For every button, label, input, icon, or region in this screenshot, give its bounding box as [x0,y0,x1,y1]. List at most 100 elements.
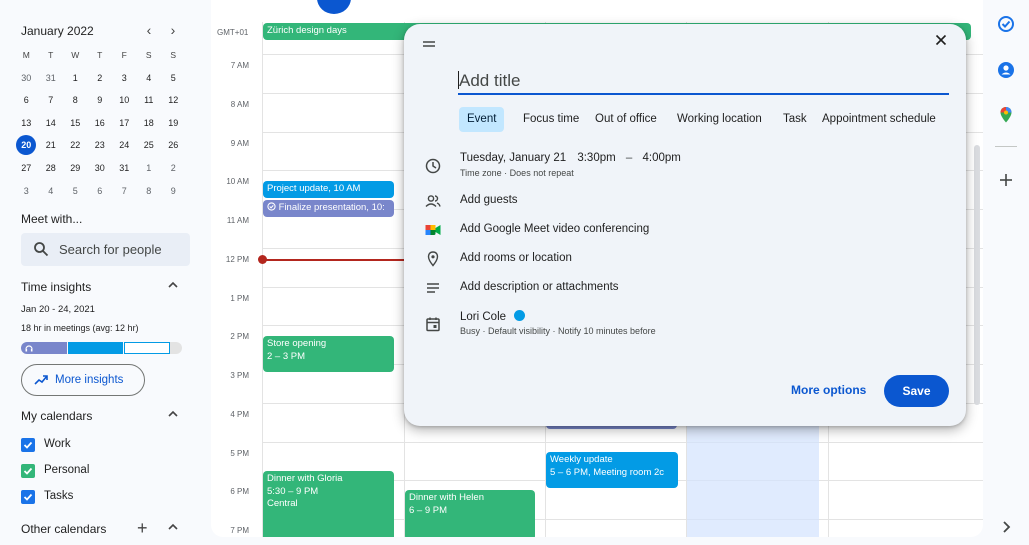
mini-calendar-day[interactable]: 11 [137,90,162,113]
mini-calendar-day[interactable]: 9 [88,90,113,113]
mini-calendar-day[interactable]: 3 [112,68,137,91]
event-project-update[interactable]: Project update, 10 AM [263,181,394,198]
title-placeholder: Add title [459,71,521,90]
event-weekly-update[interactable]: Weekly update 5 – 6 PM, Meeting room 2c [546,452,678,488]
mini-calendar-next-button[interactable]: › [166,22,180,38]
mini-calendar-day[interactable]: 16 [88,113,113,136]
more-insights-button[interactable]: More insights [21,364,145,396]
mini-calendar-day[interactable]: 9 [161,181,186,204]
meet-with-label: Meet with... [21,212,83,226]
mini-calendar-day[interactable]: 15 [63,113,88,136]
more-options-button[interactable]: More options [791,383,866,397]
mini-calendar-day[interactable]: 24 [112,135,137,158]
tab-focus-time[interactable]: Focus time [515,107,587,132]
maps-icon[interactable] [997,106,1015,124]
mini-calendar-prev-button[interactable]: ‹ [142,22,156,38]
contacts-icon[interactable] [997,61,1015,79]
event-dinner-helen[interactable]: Dinner with Helen 6 – 9 PM [405,490,535,537]
mini-calendar-day[interactable]: 1 [63,68,88,91]
mini-calendar-day[interactable]: 17 [112,113,137,136]
add-description-field[interactable]: Add description or attachments [460,281,619,293]
save-button[interactable]: Save [884,375,949,407]
tab-event[interactable]: Event [459,107,505,132]
mini-calendar-day[interactable]: 2 [161,158,186,181]
calendar-color-dot[interactable] [514,310,526,321]
mini-calendar-day[interactable]: 18 [137,113,162,136]
mini-calendar-day[interactable]: 20 [16,135,37,156]
mini-calendar-day[interactable]: 5 [63,181,88,204]
insights-bar-segment-meetings [68,342,123,354]
event-title: Zürich design days [267,25,347,36]
mini-calendar-grid: M T W T F S S 30 31 1 2 3 4 5 6 7 8 9 10 11 12 13 14 15 16 17 18 19… [14,45,186,203]
mini-calendar-day[interactable]: 29 [63,158,88,181]
mini-calendar-day[interactable]: 27 [14,158,39,181]
mini-calendar-day[interactable]: 4 [39,181,64,204]
event-dinner-gloria[interactable]: Dinner with Gloria 5:30 – 9 PM Central [263,471,394,537]
event-finalize-presentation[interactable]: Finalize presentation, 10: [263,200,394,217]
mini-calendar-day[interactable]: 26 [161,135,186,158]
search-people-input[interactable]: Search for people [21,233,190,266]
mini-calendar-day[interactable]: 13 [14,113,39,136]
expand-panel-icon[interactable] [997,518,1015,536]
add-other-calendar-button[interactable]: + [137,518,148,539]
insights-bar-segment-focus [21,342,67,354]
mini-calendar-day[interactable]: 8 [63,90,88,113]
grid-scrollbar[interactable] [974,145,980,405]
mini-calendar-day[interactable]: 10 [112,90,137,113]
mini-calendar-day[interactable]: 31 [39,68,64,91]
event-store-opening[interactable]: Store opening 2 – 3 PM [263,336,394,372]
event-datetime[interactable]: Tuesday, January 21 3:30pm – 4:00pm [460,152,681,164]
timezone-label: GMT+01 [217,28,249,37]
other-calendars-collapse-icon[interactable] [167,522,179,535]
add-guests-field[interactable]: Add guests [460,194,518,206]
drag-handle-icon[interactable] [422,37,436,51]
mini-calendar-day[interactable]: 23 [88,135,113,158]
add-meet-button[interactable]: Add Google Meet video conferencing [460,223,649,235]
mini-calendar-day[interactable]: 7 [39,90,64,113]
mini-calendar-day[interactable]: 21 [39,135,64,158]
mini-calendar-day[interactable]: 30 [14,68,39,91]
timezone-repeat-note[interactable]: Time zone · Does not repeat [460,168,574,178]
mini-calendar-day[interactable]: 30 [88,158,113,181]
close-icon[interactable] [935,34,947,49]
mini-calendar-day[interactable]: 8 [137,181,162,204]
calendar-checkbox-work[interactable] [21,438,35,452]
mini-calendar-day[interactable]: 1 [137,158,162,181]
hour-label: 1 PM [230,293,249,303]
mini-calendar-day[interactable]: 5 [161,68,186,91]
mini-calendar-day[interactable]: 6 [14,90,39,113]
hour-label: 11 AM [226,216,249,225]
mini-calendar-day[interactable]: 28 [39,158,64,181]
owner-settings[interactable]: Busy · Default visibility · Notify 10 mi… [460,326,656,336]
time-separator: – [625,152,633,164]
mini-calendar-day[interactable]: 31 [112,158,137,181]
tasks-icon[interactable] [997,15,1015,33]
mini-calendar-day[interactable]: 22 [63,135,88,158]
event-end-time: 4:00pm [642,152,681,164]
mini-calendar-day[interactable]: 2 [88,68,113,91]
insights-hours: 18 hr in meetings (avg: 12 hr) [21,323,139,333]
calendar-checkbox-tasks[interactable] [21,490,35,504]
mini-calendar-day[interactable]: 19 [161,113,186,136]
time-insights-collapse-icon[interactable] [167,280,179,293]
tab-working-location[interactable]: Working location [669,107,770,132]
mini-calendar-day[interactable]: 4 [137,68,162,91]
mini-calendar-day[interactable]: 7 [112,181,137,204]
add-location-field[interactable]: Add rooms or location [460,252,572,264]
event-title-input[interactable]: Add title [458,69,949,95]
add-addon-icon[interactable] [997,171,1015,189]
mini-calendar-day[interactable]: 12 [161,90,186,113]
my-calendars-collapse-icon[interactable] [167,409,179,422]
tab-out-of-office[interactable]: Out of office [587,107,665,132]
mini-calendar-day[interactable]: 3 [14,181,39,204]
google-meet-icon [424,221,442,239]
mini-calendar-day[interactable]: 6 [88,181,113,204]
mini-calendar-day[interactable]: 25 [137,135,162,158]
mini-calendar-day[interactable]: 14 [39,113,64,136]
tab-appointment-schedule[interactable]: Appointment schedule [814,107,944,132]
event-title: Weekly update [550,454,613,465]
calendar-checkbox-personal[interactable] [21,464,35,478]
guests-icon [424,192,442,210]
tab-task[interactable]: Task [775,107,815,132]
calendar-owner[interactable]: Lori Cole [460,310,526,323]
